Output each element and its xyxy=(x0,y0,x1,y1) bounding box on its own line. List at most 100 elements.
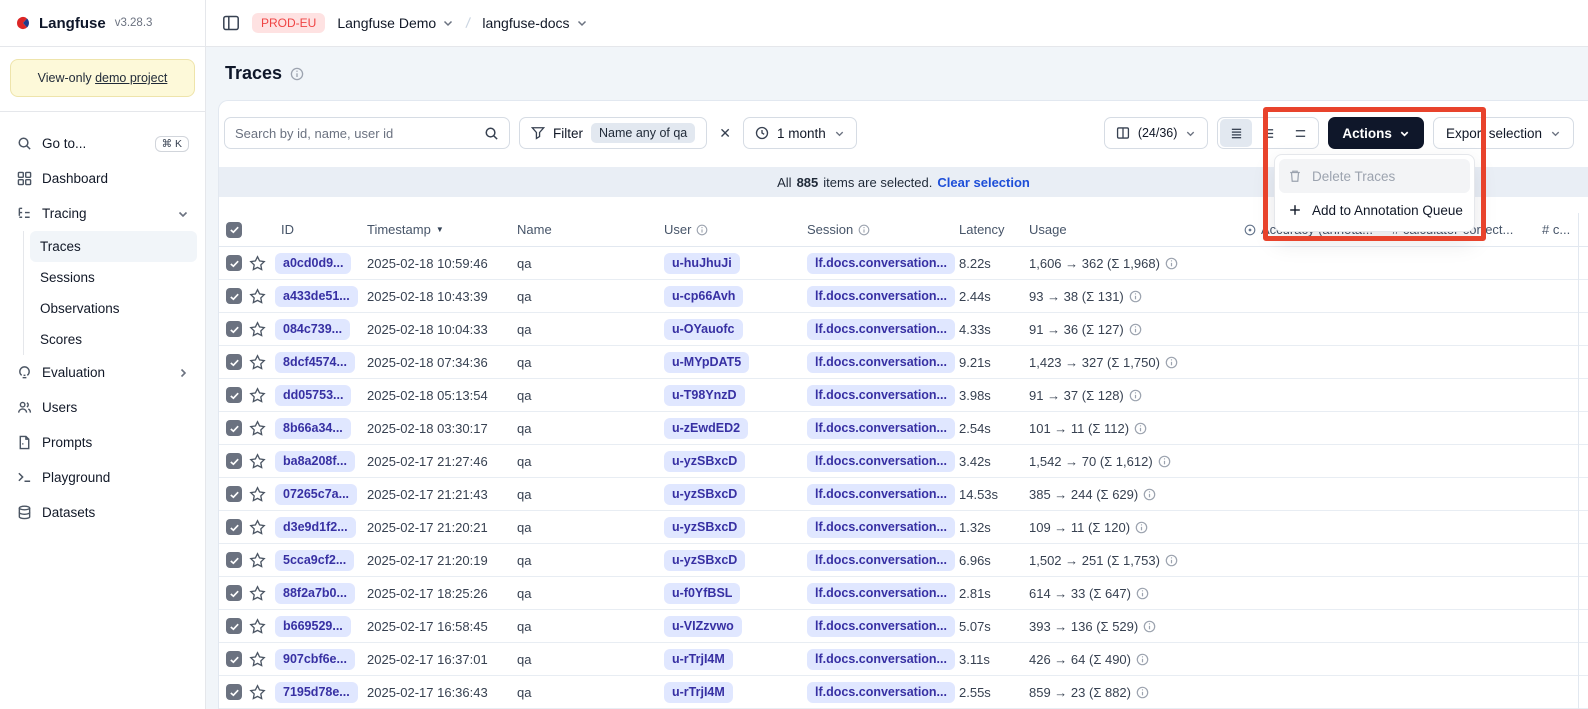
user-badge[interactable]: u-yzSBxcD xyxy=(664,451,745,472)
star-icon[interactable] xyxy=(249,684,275,701)
table-row[interactable]: d3e9d1f2... 2025-02-17 21:20:21 qa u-yzS… xyxy=(219,511,1588,544)
session-badge[interactable]: lf.docs.conversation... xyxy=(807,517,955,538)
session-badge[interactable]: lf.docs.conversation... xyxy=(807,385,955,406)
menu-item-add-to-annotation-queue[interactable]: Add to Annotation Queue xyxy=(1279,193,1470,227)
demo-project-link[interactable]: demo project xyxy=(95,71,167,85)
sidebar-item-sessions[interactable]: Sessions xyxy=(30,262,197,293)
trace-id-badge[interactable]: 907cbf6e... xyxy=(275,649,355,670)
user-badge[interactable]: u-zEwdED2 xyxy=(664,418,748,439)
row-checkbox[interactable] xyxy=(226,354,242,370)
row-checkbox[interactable] xyxy=(226,618,242,634)
user-badge[interactable]: u-huJhuJi xyxy=(664,253,740,274)
info-icon[interactable] xyxy=(1165,356,1178,369)
info-icon[interactable] xyxy=(1136,686,1149,699)
table-row[interactable]: 8b66a34... 2025-02-18 03:30:17 qa u-zEwd… xyxy=(219,412,1588,445)
info-icon[interactable] xyxy=(1129,290,1142,303)
export-selection-button[interactable]: Export selection xyxy=(1433,117,1574,149)
session-badge[interactable]: lf.docs.conversation... xyxy=(807,352,955,373)
user-badge[interactable]: u-T98YnzD xyxy=(664,385,745,406)
clear-filter-icon[interactable]: ✕ xyxy=(716,125,734,142)
info-icon[interactable] xyxy=(1129,389,1142,402)
star-icon[interactable] xyxy=(249,255,275,272)
user-badge[interactable]: u-OYauofc xyxy=(664,319,743,340)
info-icon[interactable] xyxy=(1143,620,1156,633)
session-badge[interactable]: lf.docs.conversation... xyxy=(807,253,955,274)
trace-id-badge[interactable]: a433de51... xyxy=(275,286,358,307)
sidebar-item-dashboard[interactable]: Dashboard xyxy=(8,161,197,196)
table-row[interactable]: a433de51... 2025-02-18 10:43:39 qa u-cp6… xyxy=(219,280,1588,313)
star-icon[interactable] xyxy=(249,321,275,338)
filter-button[interactable]: Filter Name any of qa xyxy=(519,117,707,149)
trace-id-badge[interactable]: ba8a208f... xyxy=(275,451,355,472)
user-badge[interactable]: u-yzSBxcD xyxy=(664,517,745,538)
table-row[interactable]: 084c739... 2025-02-18 10:04:33 qa u-OYau… xyxy=(219,313,1588,346)
sidebar-item-prompts[interactable]: Prompts xyxy=(8,425,197,460)
user-badge[interactable]: u-rTrjI4M xyxy=(664,682,733,703)
menu-item-delete-traces[interactable]: Delete Traces xyxy=(1279,159,1470,193)
session-badge[interactable]: lf.docs.conversation... xyxy=(807,286,955,307)
table-row[interactable]: 88f2a7b0... 2025-02-17 18:25:26 qa u-f0Y… xyxy=(219,577,1588,610)
star-icon[interactable] xyxy=(249,453,275,470)
trace-id-badge[interactable]: 5cca9cf2... xyxy=(275,550,354,571)
row-checkbox[interactable] xyxy=(226,453,242,469)
sidebar-item-tracing[interactable]: Tracing xyxy=(8,196,197,231)
info-icon[interactable] xyxy=(1143,488,1156,501)
session-badge[interactable]: lf.docs.conversation... xyxy=(807,319,955,340)
star-icon[interactable] xyxy=(249,288,275,305)
trace-id-badge[interactable]: dd05753... xyxy=(275,385,351,406)
table-row[interactable]: 5cca9cf2... 2025-02-17 21:20:19 qa u-yzS… xyxy=(219,544,1588,577)
columns-button[interactable]: (24/36) xyxy=(1104,117,1209,149)
table-row[interactable]: 8dcf4574... 2025-02-18 07:34:36 qa u-MYp… xyxy=(219,346,1588,379)
session-badge[interactable]: lf.docs.conversation... xyxy=(807,583,955,604)
info-icon[interactable] xyxy=(1158,455,1171,468)
table-row[interactable]: dd05753... 2025-02-18 05:13:54 qa u-T98Y… xyxy=(219,379,1588,412)
table-row[interactable]: 907cbf6e... 2025-02-17 16:37:01 qa u-rTr… xyxy=(219,643,1588,676)
row-checkbox[interactable] xyxy=(226,288,242,304)
star-icon[interactable] xyxy=(249,486,275,503)
row-checkbox[interactable] xyxy=(226,552,242,568)
star-icon[interactable] xyxy=(249,519,275,536)
info-icon[interactable] xyxy=(858,224,870,236)
star-icon[interactable] xyxy=(249,618,275,635)
table-row[interactable]: b669529... 2025-02-17 16:58:45 qa u-VIZz… xyxy=(219,610,1588,643)
sidebar-item-scores[interactable]: Scores xyxy=(30,324,197,355)
org-breadcrumb[interactable]: Langfuse Demo xyxy=(337,15,454,31)
sidebar-item-observations[interactable]: Observations xyxy=(30,293,197,324)
session-badge[interactable]: lf.docs.conversation... xyxy=(807,649,955,670)
session-badge[interactable]: lf.docs.conversation... xyxy=(807,616,955,637)
user-badge[interactable]: u-yzSBxcD xyxy=(664,550,745,571)
sidebar-item-users[interactable]: Users xyxy=(8,390,197,425)
sidebar-item-playground[interactable]: Playground xyxy=(8,460,197,495)
trace-id-badge[interactable]: 07265c7a... xyxy=(275,484,357,505)
session-badge[interactable]: lf.docs.conversation... xyxy=(807,484,955,505)
star-icon[interactable] xyxy=(249,354,275,371)
row-checkbox[interactable] xyxy=(226,420,242,436)
trace-id-badge[interactable]: 084c739... xyxy=(275,319,350,340)
info-icon[interactable] xyxy=(1165,554,1178,567)
row-checkbox[interactable] xyxy=(226,684,242,700)
row-checkbox[interactable] xyxy=(226,387,242,403)
trace-id-badge[interactable]: 8b66a34... xyxy=(275,418,351,439)
trace-id-badge[interactable]: 7195d78e... xyxy=(275,682,358,703)
user-badge[interactable]: u-cp66Avh xyxy=(664,286,743,307)
table-row[interactable]: ba8a208f... 2025-02-17 21:27:46 qa u-yzS… xyxy=(219,445,1588,478)
session-badge[interactable]: lf.docs.conversation... xyxy=(807,451,955,472)
info-icon[interactable] xyxy=(696,224,708,236)
info-icon[interactable] xyxy=(1129,323,1142,336)
select-all-checkbox[interactable] xyxy=(226,222,242,238)
star-icon[interactable] xyxy=(249,420,275,437)
table-row[interactable]: 07265c7a... 2025-02-17 21:21:43 qa u-yzS… xyxy=(219,478,1588,511)
time-range-button[interactable]: 1 month xyxy=(743,117,857,149)
sidebar-item-datasets[interactable]: Datasets xyxy=(8,495,197,530)
column-header-timestamp[interactable]: Timestamp▼ xyxy=(367,222,517,237)
user-badge[interactable]: u-yzSBxcD xyxy=(664,484,745,505)
actions-button[interactable]: Actions xyxy=(1328,117,1424,149)
info-icon[interactable] xyxy=(1136,653,1149,666)
user-badge[interactable]: u-rTrjI4M xyxy=(664,649,733,670)
star-icon[interactable] xyxy=(249,585,275,602)
star-icon[interactable] xyxy=(249,387,275,404)
row-checkbox[interactable] xyxy=(226,651,242,667)
user-badge[interactable]: u-f0YfBSL xyxy=(664,583,740,604)
sidebar-toggle-icon[interactable] xyxy=(222,14,240,32)
table-row[interactable]: 7195d78e... 2025-02-17 16:36:43 qa u-rTr… xyxy=(219,676,1588,709)
